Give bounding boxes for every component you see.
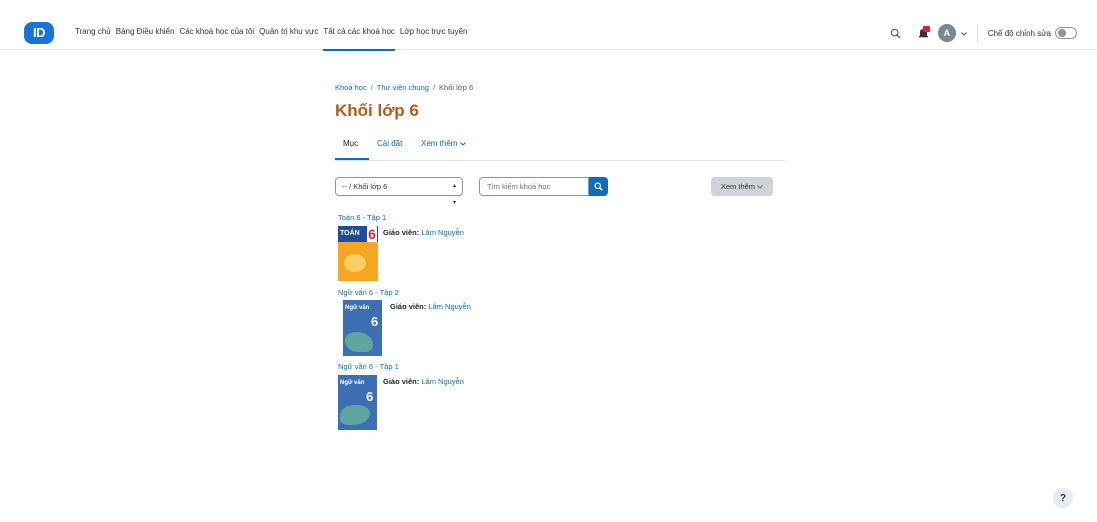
chevron-down-icon[interactable] (960, 29, 967, 38)
primary-navigation: Trang chủ Bảng Điều khiển Các khoá học c… (75, 27, 472, 51)
user-avatar[interactable]: A (937, 24, 956, 42)
course-cover-image[interactable]: Ngữ văn 6 (343, 300, 382, 356)
edit-mode-toggle[interactable] (1055, 27, 1077, 39)
course-link[interactable]: Ngữ văn 6 - Tập 2 (338, 288, 399, 297)
help-button[interactable]: ? (1053, 488, 1073, 508)
nav-item-online-class[interactable]: Lớp học trực tuyến (400, 27, 468, 51)
search-icon (594, 182, 603, 191)
divider (976, 24, 978, 42)
edit-mode-label: Chế độ chỉnh sửa (987, 28, 1051, 38)
teacher-label: Giáo viên: (383, 228, 420, 237)
cover-illustration (340, 405, 370, 425)
cover-title: Ngữ văn (340, 380, 365, 386)
category-select-value: -- / Khối lớp 6 (342, 182, 388, 191)
cover-number: 6 (371, 314, 379, 329)
course-link[interactable]: Toán 6 - Tập 1 (338, 213, 386, 222)
search-submit-button[interactable] (589, 177, 608, 196)
teacher-label: Giáo viên: (383, 377, 420, 386)
tab-settings[interactable]: Cài đặt (377, 139, 402, 148)
teacher-name-link[interactable]: Lâm Nguyễn (421, 228, 464, 237)
teacher-name-link[interactable]: Lâm Nguyễn (428, 302, 471, 311)
course-cover-image[interactable]: TOÁN 6 (338, 226, 378, 281)
active-tab-indicator (335, 158, 369, 160)
cover-title: TOÁN (340, 230, 360, 237)
logo-text: ID (33, 25, 46, 40)
user-tools: A Chế độ chỉnh sửa (888, 24, 1077, 42)
breadcrumb-separator: / (370, 83, 373, 92)
course-teacher: Giáo viên: Lâm Nguyễn (383, 377, 464, 386)
course-cover-image[interactable]: Ngữ văn 6 (338, 375, 377, 430)
teacher-name-link[interactable]: Lâm Nguyễn (421, 377, 464, 386)
cover-illustration (344, 254, 366, 272)
tab-more-label: Xem thêm (421, 139, 458, 148)
tab-more[interactable]: Xem thêm (421, 139, 466, 148)
page-title: Khối lớp 6 (335, 101, 419, 120)
breadcrumb-item-library[interactable]: Thư viện chung (377, 83, 429, 92)
course-link[interactable]: Ngữ văn 6 - Tập 1 (338, 362, 399, 371)
chevron-down-icon (459, 142, 466, 146)
cover-number: 6 (366, 389, 374, 404)
teacher-label: Giáo viên: (390, 302, 427, 311)
site-logo[interactable]: ID (24, 22, 54, 44)
nav-item-all-courses[interactable]: Tất cả các khoá học (323, 27, 395, 51)
search-icon[interactable] (888, 25, 904, 41)
category-select[interactable]: -- / Khối lớp 6 ▴ ▾ (335, 177, 463, 206)
breadcrumb: Khoá học / Thư viện chung / Khối lớp 6 (335, 83, 473, 92)
nav-item-dashboard[interactable]: Bảng Điều khiển (116, 27, 175, 51)
top-navbar: ID Trang chủ Bảng Điều khiển Các khoá họ… (0, 0, 1097, 51)
nav-item-my-courses[interactable]: Các khoá học của tôi (179, 27, 254, 51)
breadcrumb-item-current: Khối lớp 6 (439, 83, 474, 92)
course-search-input[interactable]: Tìm kiếm khoá học (479, 177, 589, 196)
select-arrows-icon: ▴ ▾ (452, 183, 456, 206)
tab-category[interactable]: Mục (343, 139, 358, 148)
nav-item-site-admin[interactable]: Quản trị khu vực (259, 27, 318, 51)
breadcrumb-item-courses[interactable]: Khoá học (335, 83, 367, 92)
course-teacher: Giáo viên: Lâm Nguyễn (383, 228, 464, 237)
breadcrumb-separator: / (432, 83, 436, 92)
course-teacher: Giáo viên: Lâm Nguyễn (390, 302, 471, 311)
more-actions-label: Xem thêm (720, 182, 756, 191)
cover-illustration (345, 332, 373, 352)
nav-item-home[interactable]: Trang chủ (75, 27, 111, 51)
secondary-navigation: Mục Cài đặt Xem thêm (335, 134, 785, 161)
notification-bell-icon[interactable] (916, 25, 932, 41)
cover-number: 6 (367, 226, 377, 242)
more-actions-button[interactable]: Xem thêm (711, 177, 773, 196)
cover-title: Ngữ văn (345, 305, 370, 311)
chevron-down-icon (757, 184, 763, 189)
